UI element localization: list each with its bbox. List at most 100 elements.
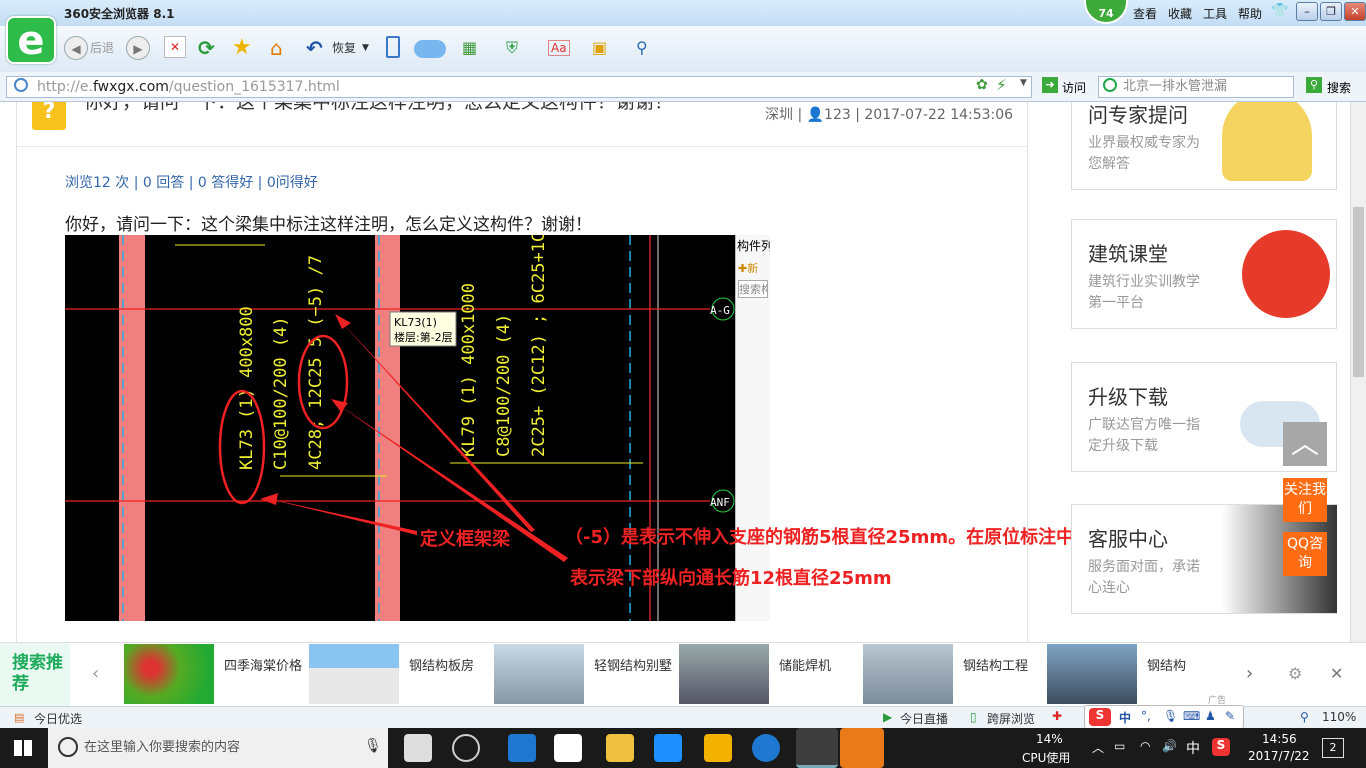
recommend-text: 轻钢结构别墅	[594, 659, 673, 674]
store-icon[interactable]	[554, 734, 582, 762]
today-pick-label[interactable]: 今日优选	[34, 710, 82, 727]
shield-icon[interactable]: ⛨	[506, 36, 518, 60]
skin-icon[interactable]: 👕	[1271, 3, 1288, 19]
minimize-button[interactable]: –	[1296, 2, 1318, 21]
security-check-icon[interactable]: ✿	[976, 77, 988, 93]
refresh-icon[interactable]: ⟳	[198, 36, 215, 60]
windows-start-icon[interactable]	[14, 740, 32, 756]
apps-icon[interactable]: ▦	[462, 36, 477, 60]
network-icon[interactable]: ▭	[1114, 739, 1125, 753]
browser-logo-icon[interactable]: e	[6, 16, 56, 64]
cortana-icon[interactable]	[58, 737, 78, 757]
question-stats[interactable]: 浏览12 次 | 0 回答 | 0 答得好 | 0问得好	[65, 172, 318, 192]
wrench-icon[interactable]: ✎	[1225, 709, 1235, 723]
live-icon[interactable]: ▶	[883, 710, 892, 724]
user-icon[interactable]: ♟	[1205, 709, 1216, 723]
search-icon[interactable]: ⚲	[1306, 77, 1322, 93]
phone-icon[interactable]	[386, 36, 400, 58]
ime-punct-icon[interactable]: °,	[1141, 709, 1151, 723]
prev-arrow-icon[interactable]: ‹	[92, 663, 99, 684]
cloud-icon[interactable]	[414, 40, 446, 58]
sogou-tray-icon[interactable]: S	[1212, 738, 1230, 756]
menu-help[interactable]: 帮助	[1238, 5, 1262, 22]
keyboard-icon[interactable]: ⌨	[1183, 709, 1200, 723]
notification-icon[interactable]: 2	[1322, 738, 1344, 758]
scrollbar[interactable]	[1350, 102, 1366, 642]
ie-task-icon[interactable]	[840, 728, 884, 768]
back-to-top-button[interactable]: ︿	[1283, 422, 1327, 466]
sidebar-card-sub: 广联达官方唯一指定升级下载	[1088, 417, 1200, 454]
tray-ime[interactable]: 中	[1186, 738, 1200, 758]
cad-new-icon[interactable]: ✚新	[738, 260, 768, 276]
zoom-level[interactable]: 110%	[1322, 710, 1356, 724]
scrollbar-thumb[interactable]	[1353, 207, 1364, 377]
favorite-star-icon[interactable]: ★	[232, 36, 252, 60]
search-button[interactable]: 搜索	[1327, 79, 1351, 96]
sidebar-card-expert[interactable]: 问专家提问 业界最权威专家为您解答	[1071, 102, 1337, 190]
translate-icon[interactable]: Aa	[548, 40, 570, 56]
close-button[interactable]: ✕	[1344, 2, 1366, 21]
wifi-icon[interactable]: ◠	[1140, 739, 1150, 753]
explorer-icon[interactable]	[606, 734, 634, 762]
cross-screen-icon[interactable]: ▯	[970, 710, 977, 724]
stop-icon[interactable]: ✕	[164, 36, 186, 58]
live-label[interactable]: 今日直播	[900, 710, 948, 727]
follow-us-button[interactable]: 关注我们	[1283, 478, 1327, 522]
note-define: 定义框架梁	[420, 529, 510, 550]
mic-icon[interactable]: 🎙	[1163, 709, 1178, 723]
screenshot-icon[interactable]: ▣	[592, 36, 607, 60]
qq-consult-button[interactable]: QQ咨询	[1283, 532, 1327, 576]
kl73-stirrup: C10@100/200 (4)	[271, 316, 291, 470]
app-icon[interactable]	[452, 734, 480, 762]
go-label[interactable]: 访问	[1062, 79, 1086, 96]
search-input[interactable]: 北京一排水管泄漏	[1098, 76, 1294, 98]
cross-screen-label[interactable]: 跨屏浏览	[987, 710, 1035, 727]
clock-date[interactable]: 2017/7/22	[1248, 749, 1310, 763]
plus-icon[interactable]: ✚	[1052, 709, 1062, 723]
restore-label[interactable]: 恢复	[332, 36, 356, 60]
recommend-close-icon[interactable]: ✕	[1330, 664, 1343, 683]
cad-panel-title: 构件列	[737, 239, 770, 253]
settings-gear-icon[interactable]: ⚙	[1288, 664, 1302, 683]
clock-time[interactable]: 14:56	[1262, 732, 1297, 746]
menu-favorites[interactable]: 收藏	[1168, 5, 1192, 22]
browser-360-task-icon[interactable]	[796, 728, 838, 768]
menu-view[interactable]: 查看	[1133, 5, 1157, 22]
ime-toolbar[interactable]: S 中 °, 🎙 ⌨ ♟ ✎	[1084, 705, 1244, 729]
volume-icon[interactable]: 🔊	[1162, 739, 1177, 753]
next-arrow-icon[interactable]: ›	[1246, 663, 1253, 684]
mic-search-icon[interactable]: 🎙	[364, 738, 382, 754]
ime-mode[interactable]: 中	[1119, 709, 1131, 726]
app-g-icon[interactable]	[752, 734, 780, 762]
zoom-icon[interactable]: ⚲	[1300, 710, 1309, 724]
edge-icon[interactable]	[508, 734, 536, 762]
undo-icon[interactable]: ↶	[306, 36, 323, 60]
back-icon[interactable]: ◀	[64, 36, 88, 60]
tray-chevron-icon[interactable]: ︿	[1092, 739, 1104, 756]
back-label[interactable]: 后退	[90, 36, 114, 60]
tooltip-line1: KL73(1)	[394, 316, 437, 329]
expert-mascot-icon	[1222, 102, 1312, 181]
score-badge[interactable]: 74	[1084, 0, 1128, 24]
sogou-ime-icon[interactable]: S	[1089, 708, 1111, 726]
maximize-button[interactable]: ❐	[1320, 2, 1342, 21]
taskbar-search[interactable]: 在这里输入你要搜索的内容	[48, 728, 388, 768]
app-plus-icon[interactable]	[654, 734, 682, 762]
url-dropdown-icon[interactable]: ▼	[1020, 78, 1027, 88]
forward-icon[interactable]: ▶	[126, 36, 150, 60]
home-icon[interactable]: ⌂	[270, 36, 283, 60]
recommend-thumb	[863, 644, 953, 704]
today-pick-icon[interactable]: ▤	[14, 711, 24, 724]
url-input[interactable]: http://e.fwxgx.com/question_1615317.html	[6, 76, 1032, 98]
menu-tools[interactable]: 工具	[1203, 5, 1227, 22]
speed-icon[interactable]: ⚡	[996, 76, 1007, 94]
search-engine-icon[interactable]	[1103, 78, 1117, 92]
sidebar-card-course[interactable]: 建筑课堂 建筑行业实训教学第一平台	[1071, 219, 1337, 329]
notes-icon[interactable]	[704, 734, 732, 762]
restore-dropdown-icon[interactable]: ▼	[362, 36, 369, 60]
go-icon[interactable]: ➜	[1042, 77, 1058, 93]
taskview-icon[interactable]	[404, 734, 432, 762]
url-domain: fwxgx.com	[92, 79, 169, 95]
zoom-search-icon[interactable]: ⚲	[636, 36, 648, 60]
cad-panel-search[interactable]: 搜索构	[738, 280, 768, 298]
